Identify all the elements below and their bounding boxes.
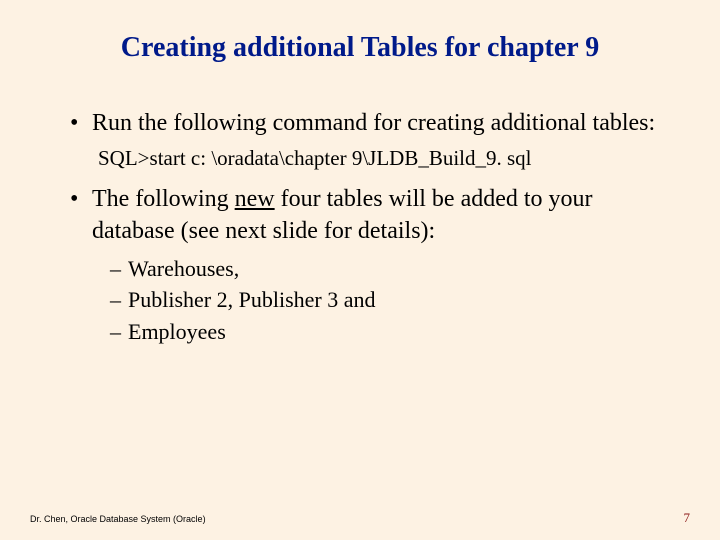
slide-content: • Run the following command for creating…: [70, 108, 670, 350]
bullet-text: The following new four tables will be ad…: [92, 184, 670, 246]
bullet-item: • Run the following command for creating…: [70, 108, 670, 139]
sub-item: – Publisher 2, Publisher 3 and: [110, 286, 670, 315]
dash-marker: –: [110, 286, 128, 315]
command-line: SQL>start c: \oradata\chapter 9\JLDB_Bui…: [98, 145, 670, 172]
page-number: 7: [684, 510, 691, 526]
bullet-item: • The following new four tables will be …: [70, 184, 670, 246]
sub-item-text: Employees: [128, 318, 226, 347]
footer-author: Dr. Chen, Oracle Database System (Oracle…: [30, 514, 206, 524]
bullet-text-pre: The following: [92, 186, 235, 212]
sub-item: – Employees: [110, 318, 670, 347]
bullet-text: Run the following command for creating a…: [92, 108, 670, 139]
sub-list: – Warehouses, – Publisher 2, Publisher 3…: [110, 255, 670, 347]
dash-marker: –: [110, 255, 128, 284]
bullet-marker: •: [70, 184, 92, 246]
slide-title: Creating additional Tables for chapter 9: [0, 32, 720, 64]
bullet-marker: •: [70, 108, 92, 139]
sub-item-text: Publisher 2, Publisher 3 and: [128, 286, 376, 315]
slide: Creating additional Tables for chapter 9…: [0, 0, 720, 540]
dash-marker: –: [110, 318, 128, 347]
sub-item-text: Warehouses,: [128, 255, 239, 284]
sub-item: – Warehouses,: [110, 255, 670, 284]
bullet-text-underlined: new: [235, 186, 275, 212]
